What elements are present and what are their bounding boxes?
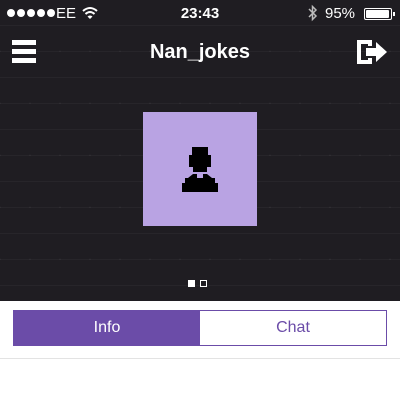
segmented-control: Info Chat (13, 310, 387, 346)
bluetooth-icon (308, 4, 318, 26)
tab-chat[interactable]: Chat (200, 311, 386, 345)
page-title: Nan_jokes (149, 41, 251, 63)
status-bar: EE 23:43 95% (0, 0, 400, 28)
page-dot-active[interactable] (188, 280, 195, 287)
page-indicator (188, 280, 207, 287)
person-silhouette-icon (182, 147, 218, 192)
logout-icon[interactable] (355, 38, 389, 66)
page-dot-inactive[interactable] (200, 280, 207, 287)
profile-hero: EE 23:43 95% Nan_jokes (0, 0, 400, 301)
tab-info[interactable]: Info (14, 311, 200, 345)
battery-percentage: 95% (325, 5, 356, 22)
avatar[interactable] (143, 112, 257, 226)
divider (0, 358, 400, 359)
battery-icon (364, 8, 395, 20)
